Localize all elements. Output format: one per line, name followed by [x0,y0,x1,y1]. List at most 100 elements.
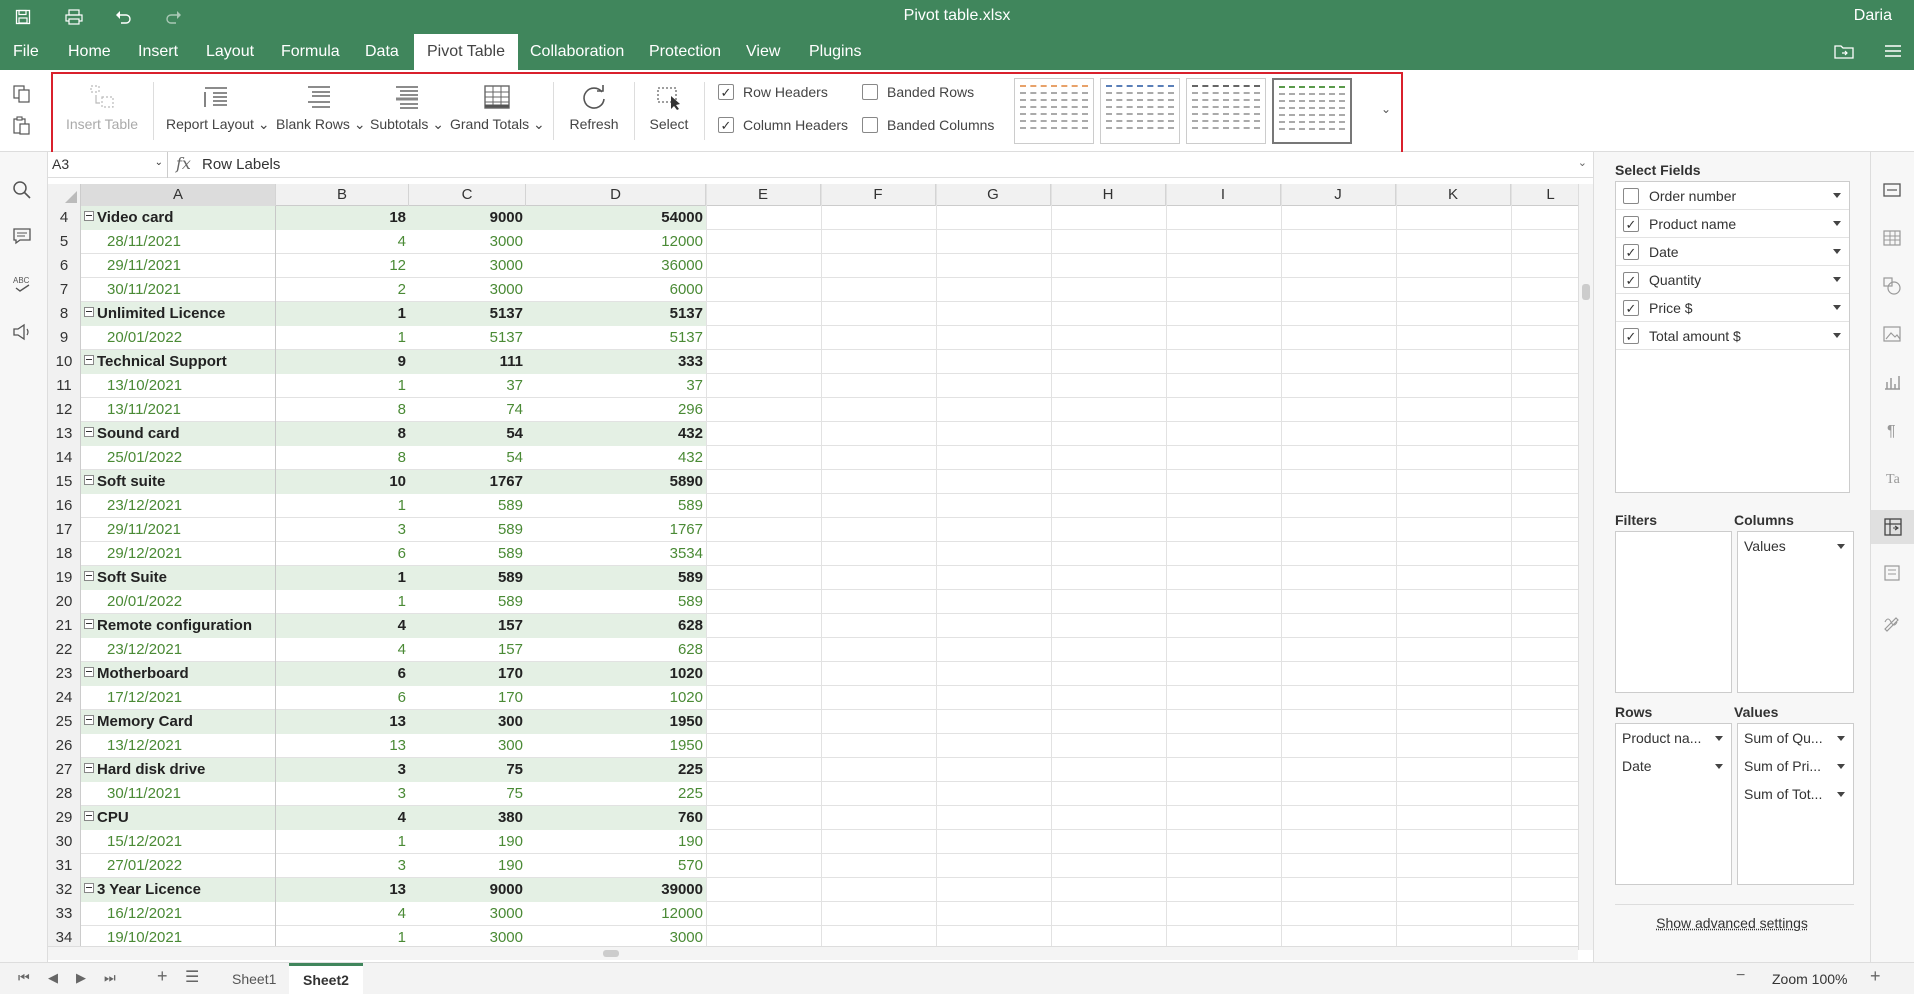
quantity-cell[interactable]: 8 [276,446,409,470]
field-item[interactable]: ✓ Date [1616,238,1849,266]
quantity-cell[interactable]: 4 [276,638,409,662]
price-cell[interactable]: 157 [409,638,526,662]
collapse-icon[interactable] [84,571,94,582]
search-icon[interactable] [12,180,34,202]
column-header[interactable]: C [409,184,526,206]
scroll-thumb[interactable] [1582,284,1590,300]
blank-rows-button[interactable]: Blank Rows ⌄ [276,80,366,142]
row-header[interactable]: 22 [48,638,81,662]
field-item[interactable]: ✓ Product name [1616,210,1849,238]
column-header[interactable]: J [1281,184,1396,206]
shape-settings-icon[interactable] [1882,276,1904,298]
quantity-cell[interactable]: 13 [276,734,409,758]
quantity-cell[interactable]: 6 [276,662,409,686]
row-header[interactable]: 28 [48,782,81,806]
column-header[interactable]: L [1511,184,1578,206]
price-cell[interactable]: 3000 [409,902,526,926]
row-header[interactable]: 8 [48,302,81,326]
row-header[interactable]: 13 [48,422,81,446]
price-cell[interactable]: 380 [409,806,526,830]
quantity-cell[interactable]: 13 [276,710,409,734]
row-label-cell[interactable]: Video card [81,206,276,230]
price-cell[interactable]: 170 [409,662,526,686]
price-cell[interactable]: 3000 [409,278,526,302]
row-label-cell[interactable]: Remote configuration [81,614,276,638]
tab-collaboration[interactable]: Collaboration [517,34,637,70]
row-label-cell[interactable]: 23/12/2021 [81,638,276,662]
price-cell[interactable]: 3000 [409,230,526,254]
price-cell[interactable]: 74 [409,398,526,422]
collapse-icon[interactable] [84,427,94,438]
row-header[interactable]: 14 [48,446,81,470]
banded-columns-checkbox[interactable]: Banded Columns [862,117,994,133]
quantity-cell[interactable]: 1 [276,494,409,518]
row-header[interactable]: 15 [48,470,81,494]
insert-table-button[interactable]: Insert Table [62,80,142,142]
price-cell[interactable]: 589 [409,590,526,614]
rows-item[interactable]: Product na... [1619,726,1731,750]
column-header[interactable]: K [1396,184,1511,206]
price-cell[interactable]: 5137 [409,326,526,350]
rows-item[interactable]: Date [1619,754,1731,778]
pivot-style-swatch[interactable] [1014,78,1094,144]
row-label-cell[interactable]: 13/10/2021 [81,374,276,398]
total-cell[interactable]: 628 [526,638,706,662]
row-label-cell[interactable]: 17/12/2021 [81,686,276,710]
total-cell[interactable]: 190 [526,830,706,854]
total-cell[interactable]: 6000 [526,278,706,302]
quantity-cell[interactable]: 9 [276,350,409,374]
quantity-cell[interactable]: 8 [276,422,409,446]
price-cell[interactable]: 589 [409,542,526,566]
row-label-cell[interactable]: 29/12/2021 [81,542,276,566]
table-settings-icon[interactable] [1882,228,1904,250]
row-header[interactable]: 23 [48,662,81,686]
price-cell[interactable]: 9000 [409,878,526,902]
user-name[interactable]: Daria [1854,7,1892,25]
row-label-cell[interactable]: 15/12/2021 [81,830,276,854]
collapse-icon[interactable] [84,307,94,318]
column-header[interactable]: A [81,184,276,206]
image-settings-icon[interactable] [1882,324,1904,346]
total-cell[interactable]: 1950 [526,710,706,734]
columns-item[interactable]: Values [1741,534,1853,558]
price-cell[interactable]: 589 [409,518,526,542]
row-header[interactable]: 17 [48,518,81,542]
row-label-cell[interactable]: 30/11/2021 [81,278,276,302]
row-label-cell[interactable]: Soft Suite [81,566,276,590]
slicer-settings-icon[interactable] [1882,564,1904,586]
collapse-icon[interactable] [84,355,94,366]
field-checkbox[interactable] [1623,188,1639,204]
field-item[interactable]: ✓ Total amount $ [1616,322,1849,350]
quantity-cell[interactable]: 4 [276,614,409,638]
values-item[interactable]: Sum of Qu... [1741,726,1853,750]
price-cell[interactable]: 1767 [409,470,526,494]
total-cell[interactable]: 5890 [526,470,706,494]
sheet-tab-active[interactable]: Sheet2 [289,963,363,995]
grand-totals-button[interactable]: Grand Totals ⌄ [450,80,545,142]
zoom-in-icon[interactable]: + [1870,966,1881,987]
row-label-cell[interactable]: Memory Card [81,710,276,734]
scroll-thumb[interactable] [603,950,619,957]
quantity-cell[interactable]: 3 [276,758,409,782]
price-cell[interactable]: 190 [409,854,526,878]
row-label-cell[interactable]: Soft suite [81,470,276,494]
row-header[interactable]: 18 [48,542,81,566]
quantity-cell[interactable]: 1 [276,566,409,590]
collapse-icon[interactable] [84,619,94,630]
field-checkbox[interactable]: ✓ [1623,300,1639,316]
comments-icon[interactable] [12,226,34,248]
row-header[interactable]: 12 [48,398,81,422]
quantity-cell[interactable]: 1 [276,302,409,326]
collapse-icon[interactable] [84,883,94,894]
row-header[interactable]: 25 [48,710,81,734]
tab-formula[interactable]: Formula [268,34,353,70]
row-label-cell[interactable]: 3 Year Licence [81,878,276,902]
collapse-icon[interactable] [84,763,94,774]
row-header[interactable]: 30 [48,830,81,854]
price-cell[interactable]: 157 [409,614,526,638]
row-label-cell[interactable]: 29/11/2021 [81,254,276,278]
chevron-down-icon[interactable]: ⌄ [1381,102,1391,116]
pivot-table-settings-icon[interactable] [1871,510,1914,544]
price-cell[interactable]: 190 [409,830,526,854]
total-cell[interactable]: 37 [526,374,706,398]
